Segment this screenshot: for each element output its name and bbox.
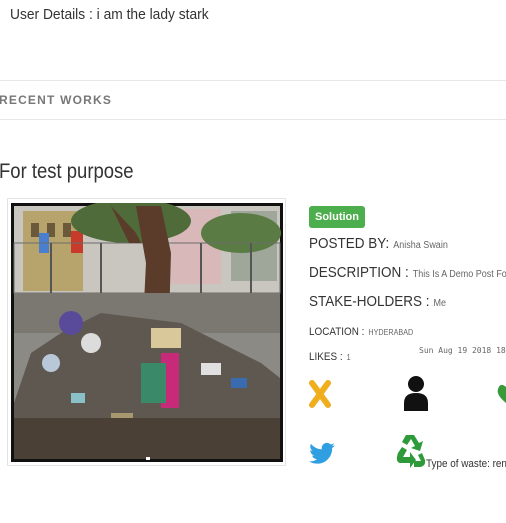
twitter-icon[interactable] — [308, 440, 336, 468]
description-label: DESCRIPTION : — [309, 264, 409, 281]
post-title: For test purpose — [0, 160, 134, 183]
posted-by-row: POSTED BY: Anisha Swain — [309, 235, 448, 253]
description-row: DESCRIPTION : This Is A Demo Post For — [309, 264, 506, 282]
recycle-icon[interactable] — [394, 433, 426, 473]
posted-by-value: Anisha Swain — [393, 240, 448, 251]
stakeholders-value: Me — [433, 298, 447, 309]
divider-bottom — [0, 119, 506, 120]
likes-label: LIKES : — [309, 351, 343, 363]
user-details-label: User Details : — [10, 6, 93, 23]
divider-top — [0, 80, 506, 81]
likes-value: 1 — [346, 353, 351, 362]
post-date: Sun Aug 19 2018 18:2 — [419, 346, 506, 355]
stakeholders-label: STAKE-HOLDERS : — [309, 293, 430, 310]
waste-type-text: Type of waste: ren — [426, 458, 506, 470]
post-photo[interactable] — [7, 198, 286, 466]
stakeholders-row: STAKE-HOLDERS : Me — [309, 293, 446, 311]
close-icon[interactable] — [309, 380, 331, 408]
user-icon[interactable] — [403, 375, 429, 411]
location-row: LOCATION : HYDERABAD — [309, 322, 413, 340]
garbage-photo — [11, 203, 283, 462]
location-value: HYDERABAD — [368, 328, 414, 337]
user-details-value: i am the lady stark — [96, 6, 209, 23]
description-value: This Is A Demo Post For — [412, 269, 506, 280]
likes-row: LIKES : 1 — [309, 347, 351, 365]
solution-badge: Solution — [309, 206, 365, 228]
heart-icon[interactable] — [496, 383, 506, 405]
location-label: LOCATION : — [309, 326, 365, 338]
section-title-recent-works: RECENT WORKS — [0, 93, 113, 107]
user-details: User Details : i am the lady stark — [10, 6, 209, 23]
posted-by-label: POSTED BY: — [309, 235, 390, 252]
